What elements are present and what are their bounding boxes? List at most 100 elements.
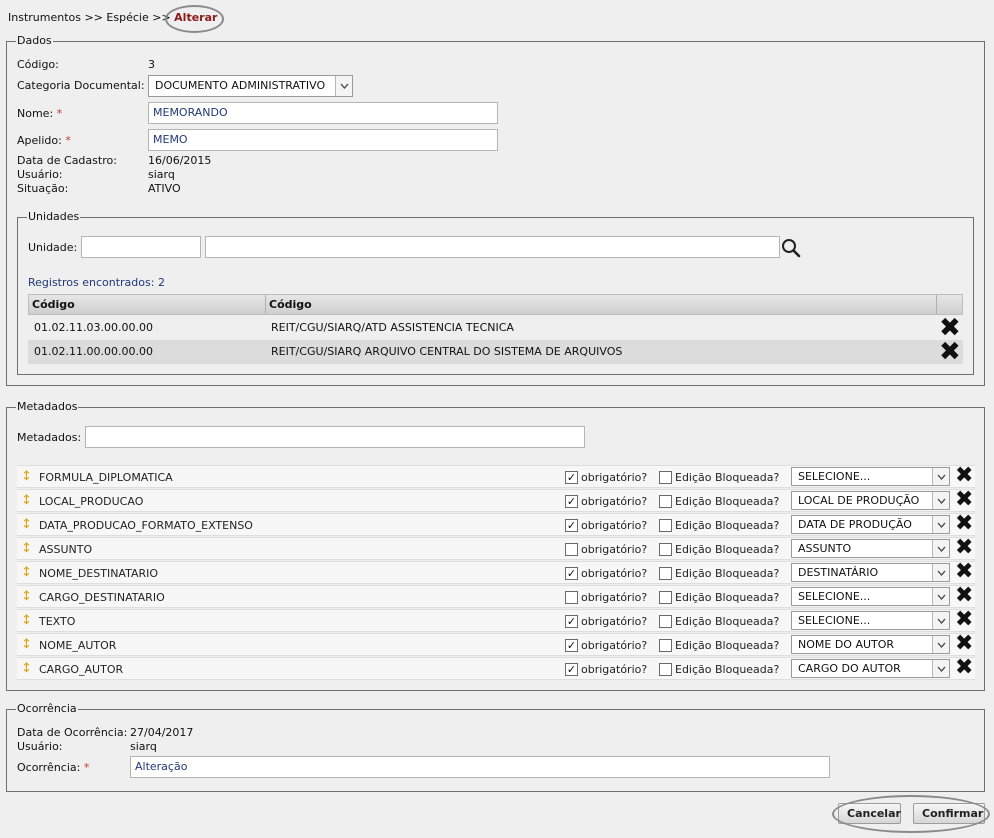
search-icon[interactable] (781, 238, 801, 261)
obrigatorio-checkbox[interactable] (565, 591, 578, 604)
unidade-nome-input[interactable] (205, 236, 780, 258)
unidade-codigo-input[interactable] (81, 236, 201, 258)
breadcrumb-item-instrumentos[interactable]: Instrumentos (8, 11, 81, 24)
drag-handle-icon[interactable]: ↕ (21, 660, 32, 678)
obrigatorio-checkbox[interactable] (565, 543, 578, 556)
table-cell-nome: REIT/CGU/SIARQ ARQUIVO CENTRAL DO SISTEM… (271, 345, 623, 358)
metadado-mapping-select[interactable]: NOME DO AUTOR (791, 635, 950, 654)
metadado-mapping-value: LOCAL DE PRODUÇÃO (798, 494, 920, 507)
metadados-input[interactable] (85, 426, 585, 448)
obrigatorio-checkbox[interactable]: ✓ (565, 471, 578, 484)
edicao-bloqueada-checkbox[interactable] (659, 567, 672, 580)
metadado-mapping-value: CARGO DO AUTOR (798, 662, 901, 675)
drag-handle-icon[interactable]: ↕ (21, 612, 32, 630)
categoria-label: Categoria Documental: (17, 79, 145, 92)
obrigatorio-checkbox[interactable]: ✓ (565, 567, 578, 580)
chevron-down-icon (932, 612, 949, 629)
drag-handle-icon[interactable]: ↕ (21, 468, 32, 486)
metadados-label: Metadados: (17, 431, 82, 444)
table-row: 01.02.11.03.00.00.00 REIT/CGU/SIARQ/ATD … (28, 315, 963, 341)
categoria-select[interactable]: DOCUMENTO ADMINISTRATIVO (148, 75, 353, 97)
apelido-input[interactable]: MEMO (148, 129, 498, 151)
obrigatorio-label: obrigatório? (581, 663, 648, 676)
edicao-bloqueada-label: Edição Bloqueada? (675, 495, 780, 508)
check-icon: ✓ (566, 615, 577, 628)
nome-label: Nome: * (17, 107, 63, 120)
chevron-down-icon (932, 540, 949, 557)
close-icon[interactable]: ✖ (955, 536, 973, 560)
situacao-label: Situação: (17, 182, 69, 195)
obrigatorio-label: obrigatório? (581, 471, 648, 484)
check-icon: ✓ (566, 471, 577, 484)
obrigatorio-checkbox[interactable]: ✓ (565, 639, 578, 652)
metadado-mapping-select[interactable]: SELECIONE... (791, 611, 950, 630)
edicao-bloqueada-checkbox[interactable] (659, 663, 672, 676)
close-icon[interactable]: ✖ (939, 339, 961, 365)
chevron-down-icon (932, 660, 949, 677)
edicao-bloqueada-checkbox[interactable] (659, 495, 672, 508)
drag-handle-icon[interactable]: ↕ (21, 564, 32, 582)
unidades-table-header: Código Código (28, 294, 963, 315)
chevron-down-icon (932, 636, 949, 653)
metadado-mapping-select[interactable]: SELECIONE... (791, 467, 950, 486)
obrigatorio-checkbox[interactable]: ✓ (565, 519, 578, 532)
edicao-bloqueada-label: Edição Bloqueada? (675, 519, 780, 532)
codigo-label: Código: (17, 58, 59, 71)
obrigatorio-checkbox[interactable]: ✓ (565, 615, 578, 628)
usuario-value: siarq (148, 168, 175, 181)
metadado-mapping-select[interactable]: SELECIONE... (791, 587, 950, 606)
drag-handle-icon[interactable]: ↕ (21, 588, 32, 606)
metadado-mapping-value: DESTINATÁRIO (798, 566, 879, 579)
close-icon[interactable]: ✖ (955, 464, 973, 488)
close-icon[interactable]: ✖ (955, 560, 973, 584)
edicao-bloqueada-checkbox[interactable] (659, 471, 672, 484)
metadado-row: ↕ CARGO_AUTOR ✓ obrigatório? Edição Bloquead… (17, 656, 975, 680)
drag-handle-icon[interactable]: ↕ (21, 492, 32, 510)
metadado-name: ASSUNTO (39, 543, 93, 556)
obrigatorio-label: obrigatório? (581, 615, 648, 628)
metadado-name: NOME_DESTINATARIO (39, 567, 159, 580)
nome-input[interactable]: MEMORANDO (148, 102, 498, 124)
edicao-bloqueada-checkbox[interactable] (659, 639, 672, 652)
metadado-mapping-select[interactable]: LOCAL DE PRODUÇÃO (791, 491, 950, 510)
close-icon[interactable]: ✖ (955, 632, 973, 656)
edicao-bloqueada-checkbox[interactable] (659, 591, 672, 604)
obrigatorio-label: obrigatório? (581, 519, 648, 532)
drag-handle-icon[interactable]: ↕ (21, 540, 32, 558)
metadado-mapping-select[interactable]: ASSUNTO (791, 539, 950, 558)
metadados-legend: Metadados (16, 400, 79, 414)
table-cell-codigo: 01.02.11.00.00.00.00 (34, 345, 153, 358)
metadado-mapping-select[interactable]: CARGO DO AUTOR (791, 659, 950, 678)
edicao-bloqueada-checkbox[interactable] (659, 615, 672, 628)
metadado-name: CARGO_AUTOR (39, 663, 124, 676)
data-cadastro-value: 16/06/2015 (148, 154, 212, 167)
edicao-bloqueada-checkbox[interactable] (659, 543, 672, 556)
close-icon[interactable]: ✖ (955, 488, 973, 512)
breadcrumb-item-especie[interactable]: Espécie (106, 11, 148, 24)
chevron-down-icon (932, 492, 949, 509)
close-icon[interactable]: ✖ (955, 608, 973, 632)
unidades-legend: Unidades (27, 210, 81, 224)
ocorrencia-label: Ocorrência: * (17, 761, 90, 774)
metadado-name: FORMULA_DIPLOMATICA (39, 471, 173, 484)
data-ocorrencia-value: 27/04/2017 (130, 726, 194, 739)
metadado-mapping-value: SELECIONE... (798, 470, 871, 483)
metadado-mapping-select[interactable]: DATA DE PRODUÇÃO (791, 515, 950, 534)
drag-handle-icon[interactable]: ↕ (21, 516, 32, 534)
metadado-mapping-select[interactable]: DESTINATÁRIO (791, 563, 950, 582)
edicao-bloqueada-label: Edição Bloqueada? (675, 663, 780, 676)
close-icon[interactable]: ✖ (955, 656, 973, 680)
ocorrencia-input[interactable]: Alteração (130, 756, 830, 778)
obrigatorio-checkbox[interactable]: ✓ (565, 663, 578, 676)
close-icon[interactable]: ✖ (955, 584, 973, 608)
obrigatorio-checkbox[interactable]: ✓ (565, 495, 578, 508)
chevron-down-icon (335, 76, 352, 96)
drag-handle-icon[interactable]: ↕ (21, 636, 32, 654)
edicao-bloqueada-checkbox[interactable] (659, 519, 672, 532)
edicao-bloqueada-label: Edição Bloqueada? (675, 471, 780, 484)
highlight-oval (165, 5, 224, 33)
chevron-down-icon (932, 516, 949, 533)
metadado-row: ↕ FORMULA_DIPLOMATICA ✓ obrigatório? Edição … (17, 464, 975, 488)
close-icon[interactable]: ✖ (955, 512, 973, 536)
dados-legend: Dados (16, 34, 53, 48)
